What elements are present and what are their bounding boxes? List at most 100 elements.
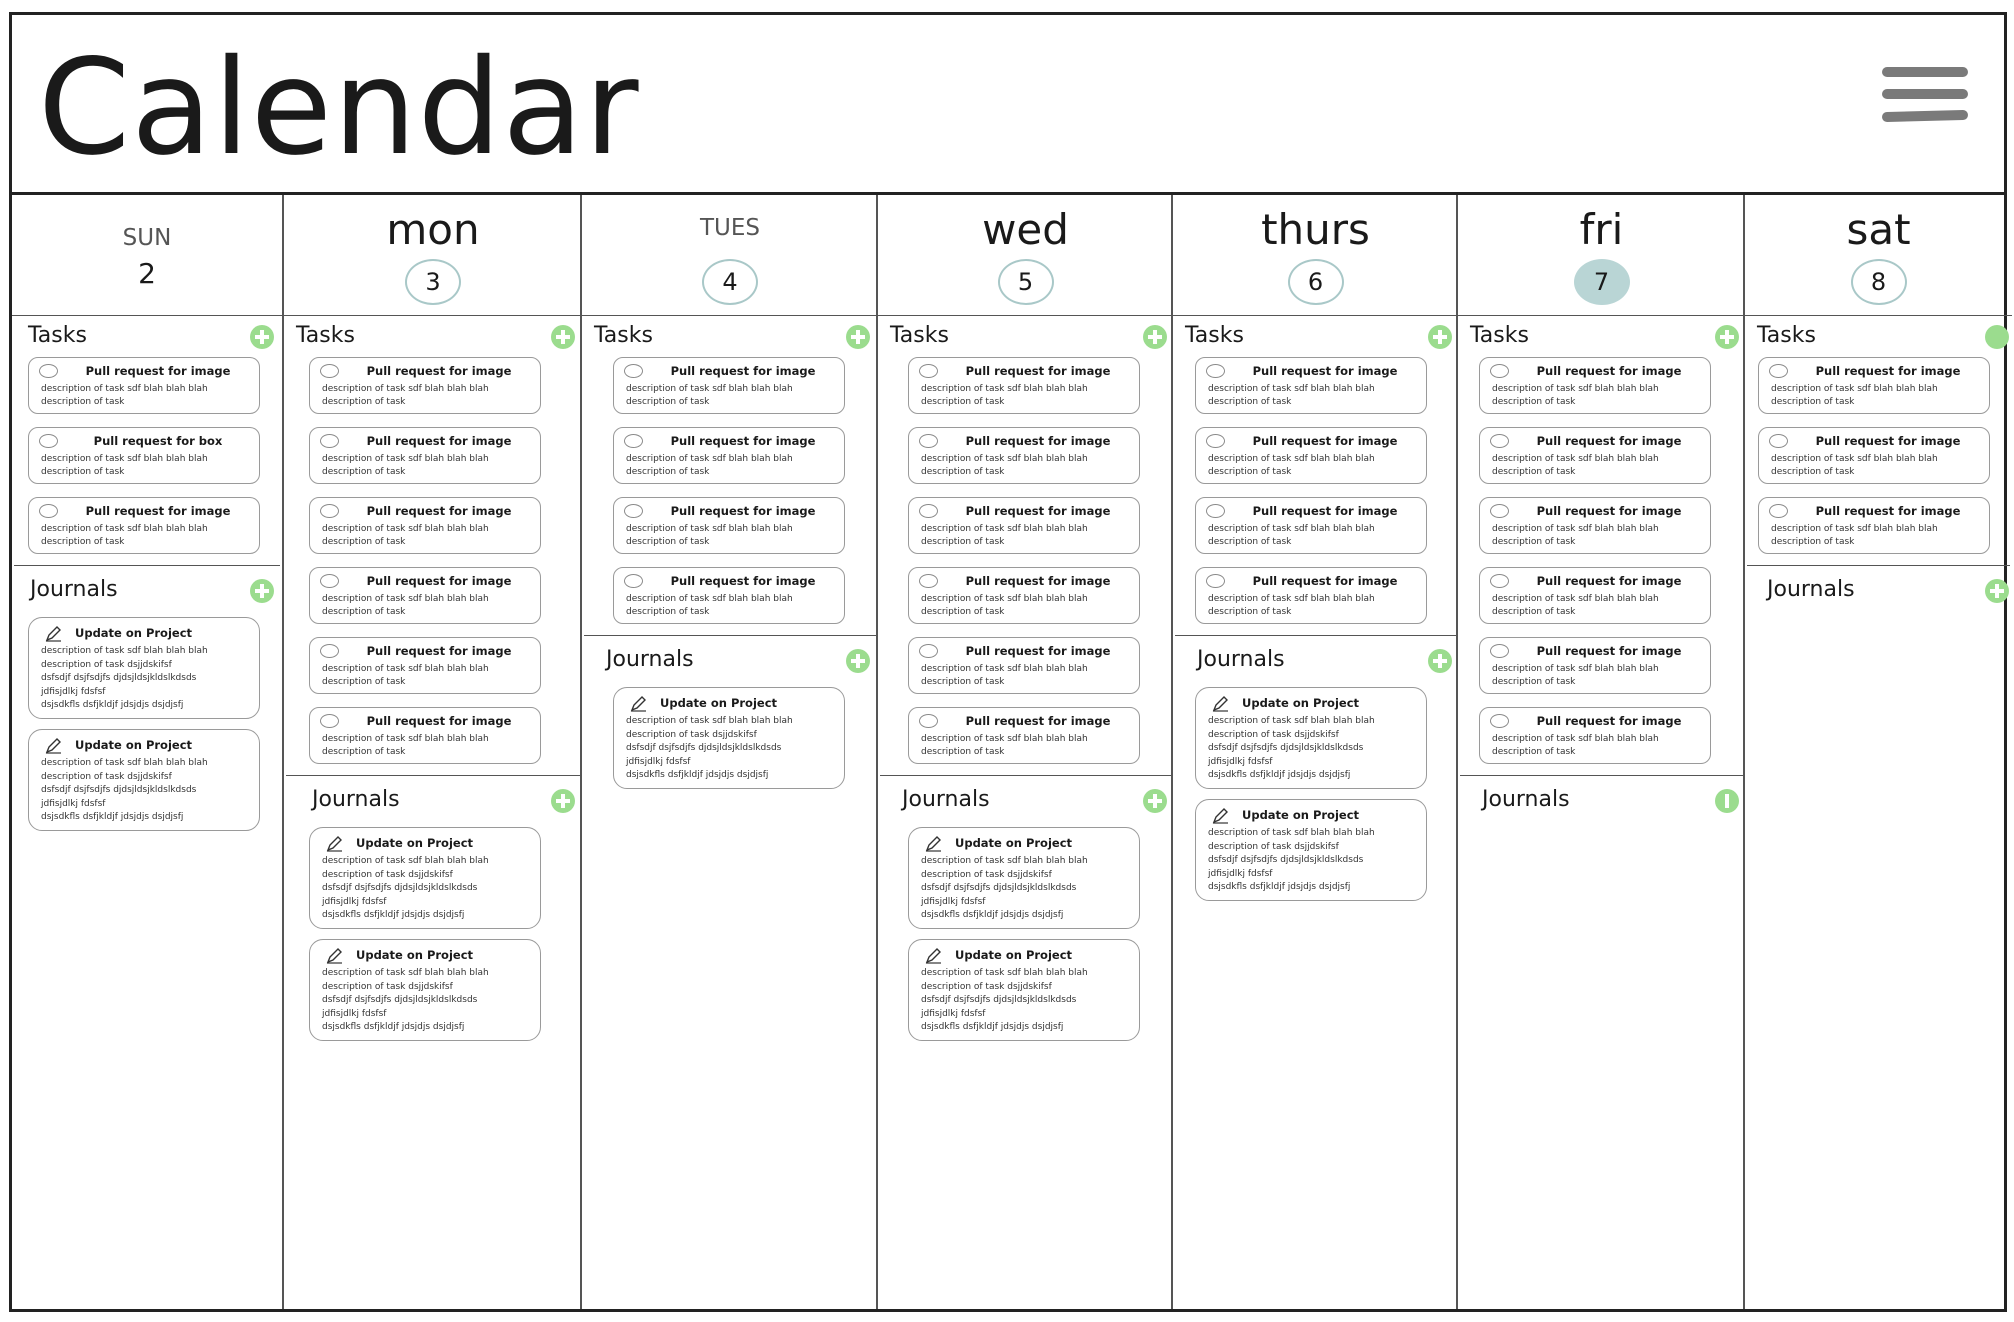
add-journal-icon[interactable] — [1715, 789, 1739, 813]
journal-card[interactable]: Update on Project description of task sdf… — [28, 729, 260, 831]
day-date-badge[interactable]: 5 — [997, 259, 1054, 305]
task-card[interactable]: Pull request for image description of tas… — [1195, 497, 1427, 554]
task-card[interactable]: Pull request for image description of tas… — [908, 567, 1140, 624]
task-checkbox[interactable] — [1490, 714, 1509, 728]
task-checkbox[interactable] — [1206, 434, 1225, 448]
day-date-badge[interactable]: 4 — [702, 259, 758, 305]
add-task-icon[interactable] — [1985, 325, 2009, 349]
task-checkbox[interactable] — [320, 574, 339, 588]
task-checkbox[interactable] — [1490, 364, 1509, 378]
add-task-icon[interactable] — [846, 325, 870, 349]
add-journal-icon[interactable] — [1428, 649, 1452, 673]
task-card[interactable]: Pull request for image description of tas… — [309, 567, 541, 624]
task-checkbox[interactable] — [1490, 574, 1509, 588]
hamburger-menu-icon[interactable] — [1881, 67, 1969, 149]
task-card[interactable]: Pull request for image description of tas… — [309, 497, 541, 554]
journal-card[interactable]: Update on Project description of task sdf… — [309, 939, 541, 1041]
day-date-badge[interactable]: 7 — [1573, 259, 1630, 305]
add-task-icon[interactable] — [1428, 325, 1452, 349]
task-checkbox[interactable] — [919, 714, 938, 728]
task-card[interactable]: Pull request for image description of tas… — [1758, 357, 1990, 414]
day-date-badge[interactable]: 2 — [119, 253, 175, 299]
task-checkbox[interactable] — [919, 504, 938, 518]
page-title: Calendar — [38, 31, 640, 185]
task-checkbox[interactable] — [39, 504, 58, 518]
task-card[interactable]: Pull request for image description of tas… — [28, 497, 260, 554]
task-card[interactable]: Pull request for image description of tas… — [1479, 637, 1711, 694]
task-checkbox[interactable] — [320, 644, 339, 658]
add-journal-icon[interactable] — [846, 649, 870, 673]
journal-card[interactable]: Update on Project description of task sdf… — [613, 687, 845, 789]
journal-card[interactable]: Update on Project description of task sdf… — [908, 827, 1140, 929]
day-date-badge[interactable]: 6 — [1287, 259, 1344, 305]
journal-card[interactable]: Update on Project description of task sdf… — [1195, 687, 1427, 789]
task-checkbox[interactable] — [919, 364, 938, 378]
journal-card[interactable]: Update on Project description of task sdf… — [908, 939, 1140, 1041]
add-journal-icon[interactable] — [551, 789, 575, 813]
task-checkbox[interactable] — [1769, 434, 1788, 448]
task-card[interactable]: Pull request for image description of tas… — [1479, 357, 1711, 414]
task-card[interactable]: Pull request for image description of tas… — [613, 357, 845, 414]
add-task-icon[interactable] — [551, 325, 575, 349]
task-card[interactable]: Pull request for image description of tas… — [908, 707, 1140, 764]
task-checkbox[interactable] — [624, 364, 643, 378]
task-card[interactable]: Pull request for image description of tas… — [908, 637, 1140, 694]
task-card[interactable]: Pull request for image description of tas… — [613, 427, 845, 484]
task-card[interactable]: Pull request for image description of tas… — [1479, 427, 1711, 484]
task-card[interactable]: Pull request for image description of tas… — [1479, 567, 1711, 624]
task-checkbox[interactable] — [624, 504, 643, 518]
task-card[interactable]: Pull request for image description of tas… — [1195, 357, 1427, 414]
task-title: Pull request for image — [1536, 364, 1682, 378]
task-card[interactable]: Pull request for image description of tas… — [1195, 427, 1427, 484]
task-card[interactable]: Pull request for image description of tas… — [1758, 427, 1990, 484]
journal-card[interactable]: Update on Project description of task sdf… — [309, 827, 541, 929]
journal-card[interactable]: Update on Project description of task sdf… — [28, 617, 260, 719]
task-card[interactable]: Pull request for image description of tas… — [28, 357, 260, 414]
task-checkbox[interactable] — [1206, 504, 1225, 518]
add-task-icon[interactable] — [250, 325, 274, 349]
add-journal-icon[interactable] — [1143, 789, 1167, 813]
task-checkbox[interactable] — [39, 434, 58, 448]
add-journal-icon[interactable] — [250, 579, 274, 603]
task-checkbox[interactable] — [320, 504, 339, 518]
task-card[interactable]: Pull request for image description of tas… — [1479, 497, 1711, 554]
task-card[interactable]: Pull request for image description of tas… — [1479, 707, 1711, 764]
task-checkbox[interactable] — [1490, 644, 1509, 658]
task-card[interactable]: Pull request for image description of tas… — [908, 497, 1140, 554]
task-checkbox[interactable] — [1490, 434, 1509, 448]
task-checkbox[interactable] — [320, 364, 339, 378]
task-checkbox[interactable] — [1490, 504, 1509, 518]
task-checkbox[interactable] — [1206, 574, 1225, 588]
task-card[interactable]: Pull request for image description of tas… — [309, 637, 541, 694]
task-checkbox[interactable] — [919, 434, 938, 448]
task-checkbox[interactable] — [1769, 504, 1788, 518]
task-card[interactable]: Pull request for image description of tas… — [613, 497, 845, 554]
task-card[interactable]: Pull request for box description of task … — [28, 427, 260, 484]
task-card[interactable]: Pull request for image description of tas… — [613, 567, 845, 624]
day-date-badge[interactable]: 3 — [405, 259, 461, 305]
task-description: description of task sdf blah blah blah d… — [322, 664, 489, 687]
task-checkbox[interactable] — [1206, 364, 1225, 378]
day-date-badge[interactable]: 8 — [1850, 259, 1907, 305]
task-card[interactable]: Pull request for image description of tas… — [1758, 497, 1990, 554]
task-card[interactable]: Pull request for image description of tas… — [309, 707, 541, 764]
task-checkbox[interactable] — [320, 714, 339, 728]
task-checkbox[interactable] — [39, 364, 58, 378]
task-checkbox[interactable] — [320, 434, 339, 448]
day-header: sat 8 — [1745, 195, 2012, 316]
task-checkbox[interactable] — [919, 574, 938, 588]
task-checkbox[interactable] — [624, 574, 643, 588]
task-checkbox[interactable] — [1769, 364, 1788, 378]
task-card[interactable]: Pull request for image description of tas… — [908, 357, 1140, 414]
task-checkbox[interactable] — [919, 644, 938, 658]
task-card[interactable]: Pull request for image description of tas… — [309, 357, 541, 414]
journal-card[interactable]: Update on Project description of task sdf… — [1195, 799, 1427, 901]
task-card[interactable]: Pull request for image description of tas… — [1195, 567, 1427, 624]
add-task-icon[interactable] — [1143, 325, 1167, 349]
task-card[interactable]: Pull request for image description of tas… — [309, 427, 541, 484]
day-column-thurs: thurs 6 Tasks Pull request for image descrip… — [1171, 195, 1458, 1309]
add-journal-icon[interactable] — [1985, 579, 2009, 603]
task-card[interactable]: Pull request for image description of tas… — [908, 427, 1140, 484]
add-task-icon[interactable] — [1715, 325, 1739, 349]
task-checkbox[interactable] — [624, 434, 643, 448]
